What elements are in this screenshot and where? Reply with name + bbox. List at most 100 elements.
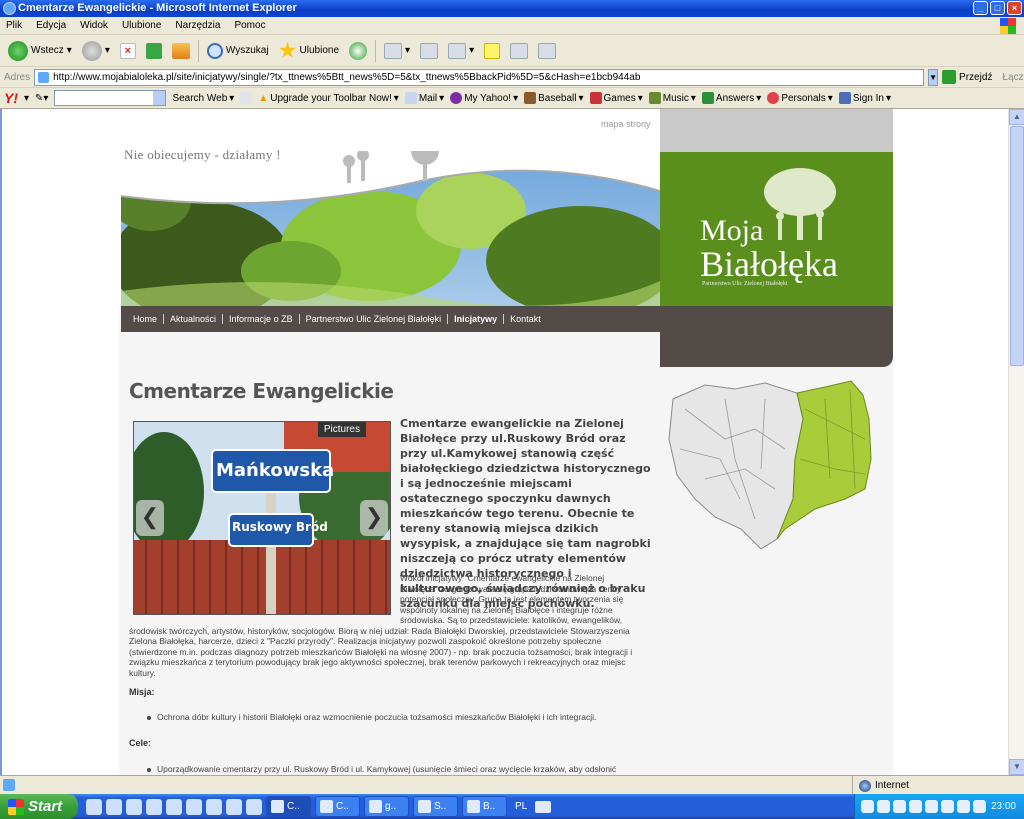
clock[interactable]: 23:00 [991, 801, 1016, 812]
tray-icon[interactable] [973, 800, 986, 813]
search-button[interactable]: Wyszukaj [205, 39, 271, 63]
nav-initiatives[interactable]: Inicjatywy [454, 314, 497, 324]
tray-icon[interactable] [957, 800, 970, 813]
scroll-up-button[interactable]: ▲ [1009, 109, 1024, 125]
quick-launch-icon[interactable] [86, 798, 102, 815]
close-button[interactable]: × [1007, 1, 1022, 15]
body-line: związku mieszkańca z terytorium powodują… [129, 657, 626, 667]
language-indicator[interactable]: PL [515, 801, 527, 812]
highlighter-icon [240, 92, 253, 104]
tray-icon[interactable] [941, 800, 954, 813]
personals-button[interactable]: Personals ▾ [767, 92, 833, 104]
window-titlebar[interactable]: Cmentarze Ewangelickie - Microsoft Inter… [0, 0, 1024, 17]
menu-file[interactable]: Plik [6, 20, 22, 31]
tray-icon[interactable] [925, 800, 938, 813]
yahoo-search-input[interactable] [54, 90, 167, 106]
chevron-down-icon[interactable]: ▾ [67, 45, 72, 56]
street-sign-bottom: Ruskowy Bród [232, 520, 328, 534]
stop-button[interactable]: × [118, 39, 138, 63]
forward-button[interactable]: ▾ [80, 39, 112, 63]
url-input[interactable]: http://www.mojabialoleka.pl/site/inicjat… [34, 68, 925, 86]
baseball-button[interactable]: Baseball ▾ [524, 92, 584, 104]
tray-icon[interactable] [893, 800, 906, 813]
chevron-down-icon[interactable]: ▾ [469, 45, 474, 56]
slider-next-button[interactable]: ❯ [360, 500, 388, 536]
sitemap-link[interactable]: mapa strony [601, 119, 651, 129]
nav-partnership[interactable]: Partnerstwo Ulic Zielonej Białołęki [306, 314, 442, 324]
ie-icon[interactable] [126, 798, 142, 815]
task-label: C.. [336, 801, 349, 812]
edit-button[interactable]: ▾ [446, 39, 476, 63]
tray-icon[interactable] [861, 800, 874, 813]
music-button[interactable]: Music ▾ [648, 92, 696, 104]
maximize-button[interactable]: □ [990, 1, 1005, 15]
slider-prev-button[interactable]: ❮ [136, 500, 164, 536]
site-logo[interactable]: Moja Białołęka Partnerstwo Ulic Zielonej… [660, 152, 893, 306]
nav-contact[interactable]: Kontakt [510, 314, 541, 324]
menu-help[interactable]: Pomoc [234, 20, 265, 31]
pencil-icon[interactable]: ✎▾ [35, 93, 48, 104]
task-label: B.. [483, 801, 496, 812]
app-icon[interactable] [206, 798, 222, 815]
search-dropdown-button[interactable] [153, 91, 166, 105]
minimize-button[interactable]: _ [973, 1, 988, 15]
yahoo-logo[interactable]: Y! [4, 90, 18, 106]
menu-view[interactable]: Widok [80, 20, 108, 31]
mail-button[interactable]: ▾ [382, 39, 412, 63]
history-button[interactable] [347, 39, 369, 63]
media-player-icon[interactable] [146, 798, 162, 815]
tray-icon[interactable] [877, 800, 890, 813]
menu-favorites[interactable]: Ulubione [122, 20, 161, 31]
app-icon[interactable] [226, 798, 242, 815]
star-icon [278, 41, 297, 58]
favorites-button[interactable]: Ulubione [277, 39, 341, 63]
chevron-down-icon[interactable]: ▾ [105, 45, 110, 56]
menu-tools[interactable]: Narzędzia [175, 20, 220, 31]
chevron-down-icon[interactable]: ▾ [405, 45, 410, 56]
url-dropdown-button[interactable]: ▼ [928, 68, 939, 86]
firefox-icon[interactable] [106, 798, 122, 815]
taskbar-item[interactable]: C.. [315, 796, 360, 817]
links-label[interactable]: Łącza [1002, 72, 1024, 83]
nav-about[interactable]: Informacje o ZB [229, 314, 293, 324]
yahoo-mail-button[interactable]: Mail ▾ [404, 92, 444, 104]
app-icon[interactable] [246, 798, 262, 815]
answers-button[interactable]: Answers ▾ [701, 92, 761, 104]
scroll-down-button[interactable]: ▼ [1009, 759, 1024, 775]
vertical-scrollbar[interactable]: ▲ ▼ [1008, 109, 1024, 775]
discuss-button[interactable] [482, 39, 502, 63]
home-button[interactable] [170, 39, 192, 63]
research-button[interactable] [508, 39, 530, 63]
skype-icon[interactable] [186, 798, 202, 815]
taskbar-item[interactable]: g.. [364, 796, 409, 817]
games-button[interactable]: Games ▾ [589, 92, 643, 104]
go-button[interactable]: Przejdź [942, 70, 992, 84]
start-button[interactable]: Start [0, 794, 78, 819]
scroll-thumb[interactable] [1010, 126, 1024, 366]
taskbar-item[interactable]: B.. [462, 796, 507, 817]
chevron-down-icon[interactable]: ▾ [24, 93, 29, 104]
body-line: Zielona Białołęka, harcerze, dzieci z "P… [129, 636, 602, 646]
messenger-button[interactable] [536, 39, 558, 63]
search-web-button[interactable]: Search Web ▾ [172, 93, 234, 104]
refresh-button[interactable] [144, 39, 164, 63]
menu-edit[interactable]: Edycja [36, 20, 66, 31]
taskbar-item[interactable]: S.. [413, 796, 458, 817]
document-icon [369, 800, 382, 813]
sign-in-button[interactable]: Sign In ▾ [838, 92, 891, 104]
nav-news[interactable]: Aktualności [170, 314, 216, 324]
highlight-button[interactable] [240, 92, 253, 104]
back-button[interactable]: Wstecz ▾ [6, 39, 74, 63]
keyboard-icon[interactable] [535, 800, 552, 813]
nav-home[interactable]: Home [133, 314, 157, 324]
taskbar-item[interactable]: C.. [266, 796, 311, 817]
print-button[interactable] [418, 39, 440, 63]
firefox-icon [320, 800, 333, 813]
body-line: środowiska. Są to przedstawiciele: katol… [400, 615, 623, 625]
my-yahoo-button[interactable]: My Yahoo! ▾ [450, 92, 518, 104]
app-icon[interactable] [166, 798, 182, 815]
tray-icon[interactable] [909, 800, 922, 813]
search-label: Wyszukaj [225, 45, 269, 56]
logo-subtitle: Partnerstwo Ulic Zielonej Białołęki [702, 281, 788, 287]
upgrade-button[interactable]: ▲ Upgrade your Toolbar Now! ▾ [258, 93, 399, 104]
